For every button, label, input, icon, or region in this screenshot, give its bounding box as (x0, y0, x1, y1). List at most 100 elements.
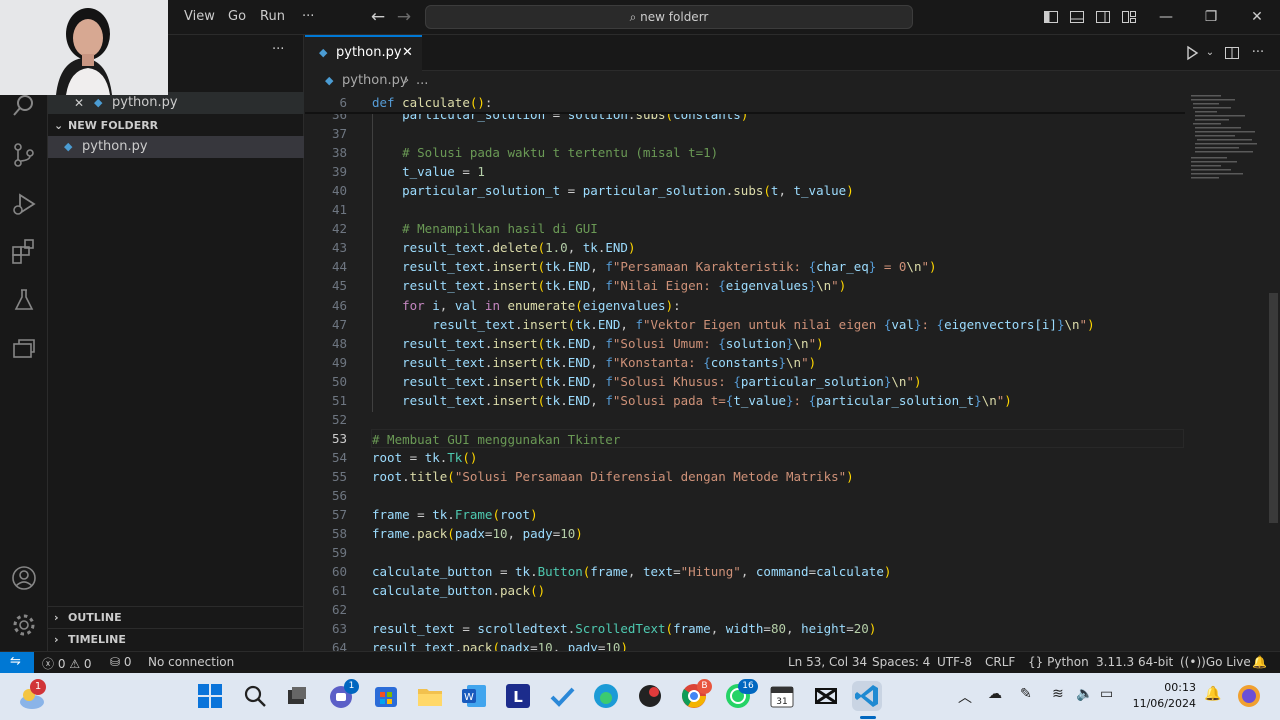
customize-layout-icon[interactable] (1121, 9, 1137, 25)
remote-explorer-icon[interactable] (10, 334, 38, 362)
run-file-icon[interactable] (1184, 45, 1200, 61)
code-line[interactable]: def calculate(): (372, 93, 1185, 112)
source-control-icon[interactable] (10, 141, 38, 169)
close-icon[interactable]: ✕ (1249, 9, 1265, 25)
code-line[interactable]: calculate_button = tk.Button(frame, text… (372, 562, 891, 581)
outline-section[interactable]: › OUTLINE (48, 606, 304, 628)
python-interpreter[interactable]: 3.11.3 64-bit (1096, 655, 1173, 669)
split-editor-icon[interactable] (1224, 45, 1240, 61)
code-line[interactable]: frame = tk.Frame(root) (372, 505, 538, 524)
code-line[interactable]: result_text = scrolledtext.ScrolledText(… (372, 619, 876, 638)
l-app-icon[interactable]: L (503, 681, 533, 711)
code-line[interactable]: root.title("Solusi Persamaan Diferensial… (372, 467, 854, 486)
back-arrow-icon[interactable]: ← (370, 9, 386, 26)
capcut-icon[interactable] (811, 681, 841, 711)
volume-icon[interactable]: 🔈 (1076, 686, 1093, 702)
code-line[interactable]: calculate_button.pack() (372, 581, 545, 600)
go-live-button[interactable]: ((•))Go Live (1180, 655, 1251, 669)
line-ending[interactable]: CRLF (985, 655, 1015, 669)
run-debug-icon[interactable] (10, 190, 38, 218)
more-actions-icon[interactable]: ··· (1250, 45, 1266, 61)
timeline-section[interactable]: › TIMELINE (48, 628, 304, 650)
code-line[interactable]: result_text.insert(tk.END, f"Konstanta: … (372, 353, 816, 372)
cursor-position[interactable]: Ln 53, Col 34 (788, 655, 867, 669)
wifi-icon[interactable]: ≋ (1052, 686, 1064, 702)
store-icon[interactable] (371, 681, 401, 711)
vscode-icon[interactable] (852, 681, 882, 711)
menu-more[interactable]: ··· (302, 9, 314, 24)
minimize-icon[interactable]: — (1158, 9, 1174, 25)
code-line[interactable]: result_text.insert(tk.END, f"Solusi Umum… (372, 334, 824, 353)
ports-indicator[interactable]: ⛁ 0 (110, 655, 132, 669)
tab-python[interactable]: ◆ python.py ✕ (305, 35, 422, 71)
code-line[interactable]: # Membuat GUI menggunakan Tkinter (371, 428, 1184, 448)
close-icon[interactable]: ✕ (74, 92, 84, 114)
code-line[interactable]: particular_solution_t = particular_solut… (372, 181, 854, 200)
edge-icon[interactable] (591, 681, 621, 711)
app-red-icon[interactable] (635, 681, 665, 711)
menu-run[interactable]: Run (260, 9, 285, 24)
code-line[interactable]: result_text.insert(tk.END, f"Solusi Khus… (372, 372, 921, 391)
breadcrumb-more[interactable]: ... (416, 73, 428, 88)
clock-time[interactable]: 00:13 (1136, 681, 1196, 694)
clock-date[interactable]: 11/06/2024 (1128, 697, 1196, 710)
code-line[interactable]: result_text.insert(tk.END, f"Persamaan K… (372, 257, 936, 276)
code-line[interactable]: # Solusi pada waktu t tertentu (misal t=… (372, 143, 718, 162)
menu-go[interactable]: Go (228, 9, 246, 24)
account-icon[interactable] (10, 564, 38, 592)
folder-header[interactable]: ⌄ NEW FOLDERR (48, 115, 304, 137)
explorer-more-button[interactable]: ··· (272, 42, 284, 57)
code-line[interactable]: # Menampilkan hasil di GUI (372, 219, 598, 238)
code-line[interactable]: result_text.delete(1.0, tk.END) (372, 238, 635, 257)
code-line[interactable]: root = tk.Tk() (372, 448, 477, 467)
file-item-python[interactable]: ◆ python.py (48, 136, 304, 158)
code-line[interactable]: t_value = 1 (372, 162, 485, 181)
calendar-icon[interactable]: 31 (767, 681, 797, 711)
todo-icon[interactable] (547, 681, 577, 711)
open-editor-item[interactable]: ✕ ◆ python.py (48, 92, 304, 114)
encoding[interactable]: UTF-8 (937, 655, 972, 669)
code-line[interactable]: frame.pack(padx=10, pady=10) (372, 524, 583, 543)
notification-bell-icon[interactable]: 🔔 (1204, 686, 1221, 702)
chevron-down-icon[interactable]: ⌄ (1202, 45, 1218, 61)
menu-view[interactable]: View (184, 9, 215, 24)
explorer-icon[interactable] (415, 681, 445, 711)
start-icon[interactable] (195, 681, 225, 711)
code-line[interactable]: result_text.pack(padx=10, pady=10) (372, 638, 628, 651)
chevron-up-icon[interactable]: ︿ (958, 687, 972, 707)
forward-arrow-icon[interactable]: → (396, 9, 412, 26)
search-icon[interactable] (240, 681, 270, 711)
minimap[interactable] (1185, 93, 1267, 651)
toggle-secondary-sidebar-icon[interactable] (1095, 9, 1111, 25)
restore-icon[interactable]: ❐ (1203, 9, 1219, 25)
settings-gear-icon[interactable] (10, 611, 38, 639)
breadcrumb-file[interactable]: python.py (342, 73, 408, 88)
editor-scrollbar[interactable] (1267, 93, 1280, 651)
code-line[interactable]: result_text.insert(tk.END, f"Solusi pada… (372, 391, 1012, 410)
code-line[interactable]: result_text.insert(tk.END, f"Nilai Eigen… (372, 276, 846, 295)
notifications-bell-icon[interactable]: 🔔 (1252, 655, 1267, 669)
code-line[interactable]: for i, val in enumerate(eigenvalues): (372, 296, 681, 315)
task-view-icon[interactable] (282, 681, 312, 711)
testing-flask-icon[interactable] (10, 286, 38, 314)
command-center-search[interactable]: ⌕ new folderr (425, 5, 913, 29)
language-mode[interactable]: {} Python (1028, 655, 1089, 669)
toggle-sidebar-icon[interactable] (1043, 9, 1059, 25)
code-line[interactable]: result_text.insert(tk.END, f"Vektor Eige… (372, 315, 1094, 334)
code-editor[interactable]: 6 def calculate(): 36 particular_solution … (305, 93, 1185, 651)
remote-indicator[interactable]: ⇋ (0, 652, 34, 673)
active-app-indicator (860, 716, 876, 719)
copilot-icon[interactable] (1236, 683, 1262, 709)
battery-icon[interactable]: ▭ (1100, 686, 1113, 702)
close-icon[interactable]: ✕ (402, 45, 413, 60)
word-icon[interactable]: W (459, 681, 489, 711)
search-icon[interactable] (10, 92, 38, 120)
language-pen-icon[interactable]: ✎ (1020, 686, 1032, 702)
scrollbar-thumb[interactable] (1269, 293, 1278, 523)
connection-status[interactable]: No connection (148, 655, 234, 669)
toggle-panel-icon[interactable] (1069, 9, 1085, 25)
problems-indicator[interactable]: ⓧ 0 ⚠ 0 (42, 655, 92, 672)
indentation[interactable]: Spaces: 4 (872, 655, 930, 669)
extensions-icon[interactable] (10, 238, 38, 266)
network-app-icon[interactable]: ☁ (988, 686, 1002, 702)
